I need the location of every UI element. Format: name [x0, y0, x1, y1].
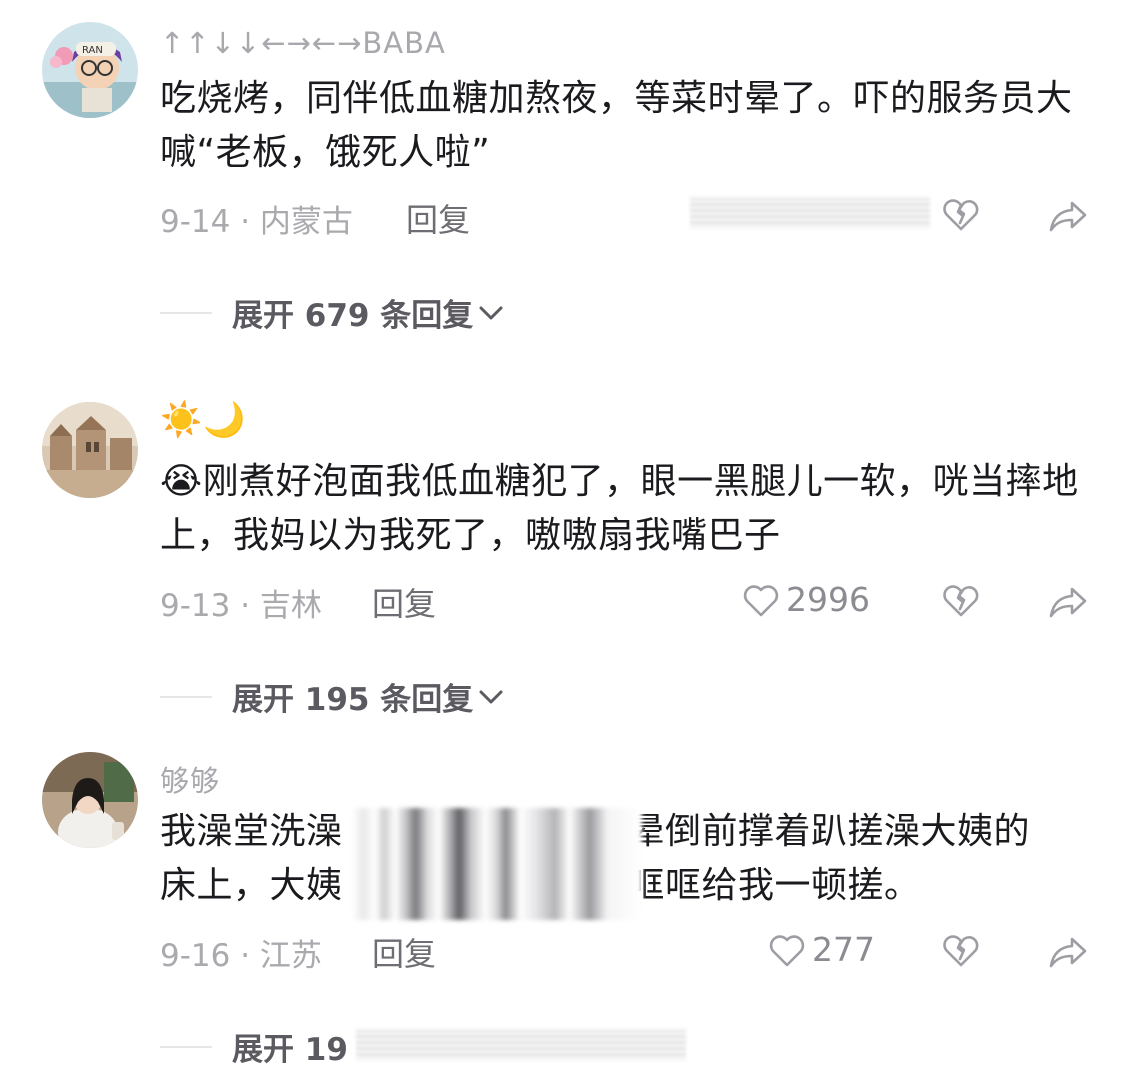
comment-text: 吃烧烤，同伴低血糖加熬夜，等菜时晕了。吓的服务员大喊“老板，饿死人啦”: [160, 78, 1073, 173]
share-button[interactable]: [1048, 198, 1088, 238]
avatar-image: [42, 752, 138, 848]
redaction-blur: [356, 1030, 686, 1060]
dislike-button[interactable]: [942, 582, 980, 622]
share-arrow-icon: [1049, 587, 1087, 618]
broken-heart-icon: [943, 199, 979, 231]
username[interactable]: 够够: [160, 758, 220, 800]
comment-meta: 9-13 · 吉林: [160, 588, 322, 624]
avatar[interactable]: RAN: [42, 22, 138, 118]
share-arrow-icon: [1049, 937, 1087, 968]
heart-outline-icon: [769, 934, 805, 966]
redaction-blur: [690, 198, 930, 228]
like-button[interactable]: 2996: [742, 580, 870, 619]
heart-outline-icon: [743, 584, 779, 616]
comment-text-part: 哐哐给我一顿搓。: [628, 865, 921, 906]
expand-replies-label: 展开 195 条回复: [232, 682, 474, 718]
divider: [160, 311, 212, 314]
expand-replies-label: 展开 679 条回复: [232, 298, 474, 334]
like-count: 2996: [786, 580, 870, 619]
chevron-down-icon: [479, 306, 503, 319]
comment-text-part: 床上，大姨: [160, 865, 343, 906]
broken-heart-icon: [943, 585, 979, 617]
redaction-blur: [352, 808, 642, 920]
avatar[interactable]: [42, 752, 138, 848]
svg-text:RAN: RAN: [82, 45, 103, 56]
divider: [160, 1045, 212, 1048]
avatar[interactable]: [42, 402, 138, 498]
expand-replies-label: 展开 19: [232, 1032, 348, 1068]
like-count: 277: [812, 930, 875, 969]
dislike-button[interactable]: [942, 196, 980, 236]
reply-button[interactable]: 回复: [406, 195, 470, 241]
share-button[interactable]: [1048, 584, 1088, 624]
comment-text: 😭刚煮好泡面我低血糖犯了，眼一黑腿儿一软，咣当摔地上，我妈以为我死了，嗷嗷扇我嘴…: [160, 461, 1079, 556]
comment-meta: 9-16 · 江苏: [160, 938, 322, 974]
comment-meta: 9-14 · 内蒙古: [160, 204, 353, 240]
broken-heart-icon: [943, 935, 979, 967]
comment-text-part: 我澡堂洗澡: [160, 811, 343, 852]
username[interactable]: ☀️🌙: [160, 400, 247, 440]
reply-button[interactable]: 回复: [372, 579, 436, 625]
comment-text-part: 晕倒前撑着趴搓澡大姨的: [628, 811, 1031, 852]
like-button[interactable]: 277: [768, 930, 875, 969]
username[interactable]: ↑↑↓↓←→←→BABA: [160, 26, 446, 60]
reply-button[interactable]: 回复: [372, 929, 436, 975]
share-arrow-icon: [1049, 201, 1087, 232]
dislike-button[interactable]: [942, 932, 980, 972]
avatar-image: RAN: [42, 22, 138, 118]
divider: [160, 695, 212, 698]
expand-replies-button[interactable]: 展开 195 条回复: [160, 674, 505, 719]
expand-replies-button[interactable]: 展开 19: [160, 1024, 348, 1069]
share-button[interactable]: [1048, 934, 1088, 974]
expand-replies-button[interactable]: 展开 679 条回复: [160, 290, 505, 335]
chevron-down-icon: [479, 690, 503, 703]
avatar-image: [42, 402, 138, 498]
